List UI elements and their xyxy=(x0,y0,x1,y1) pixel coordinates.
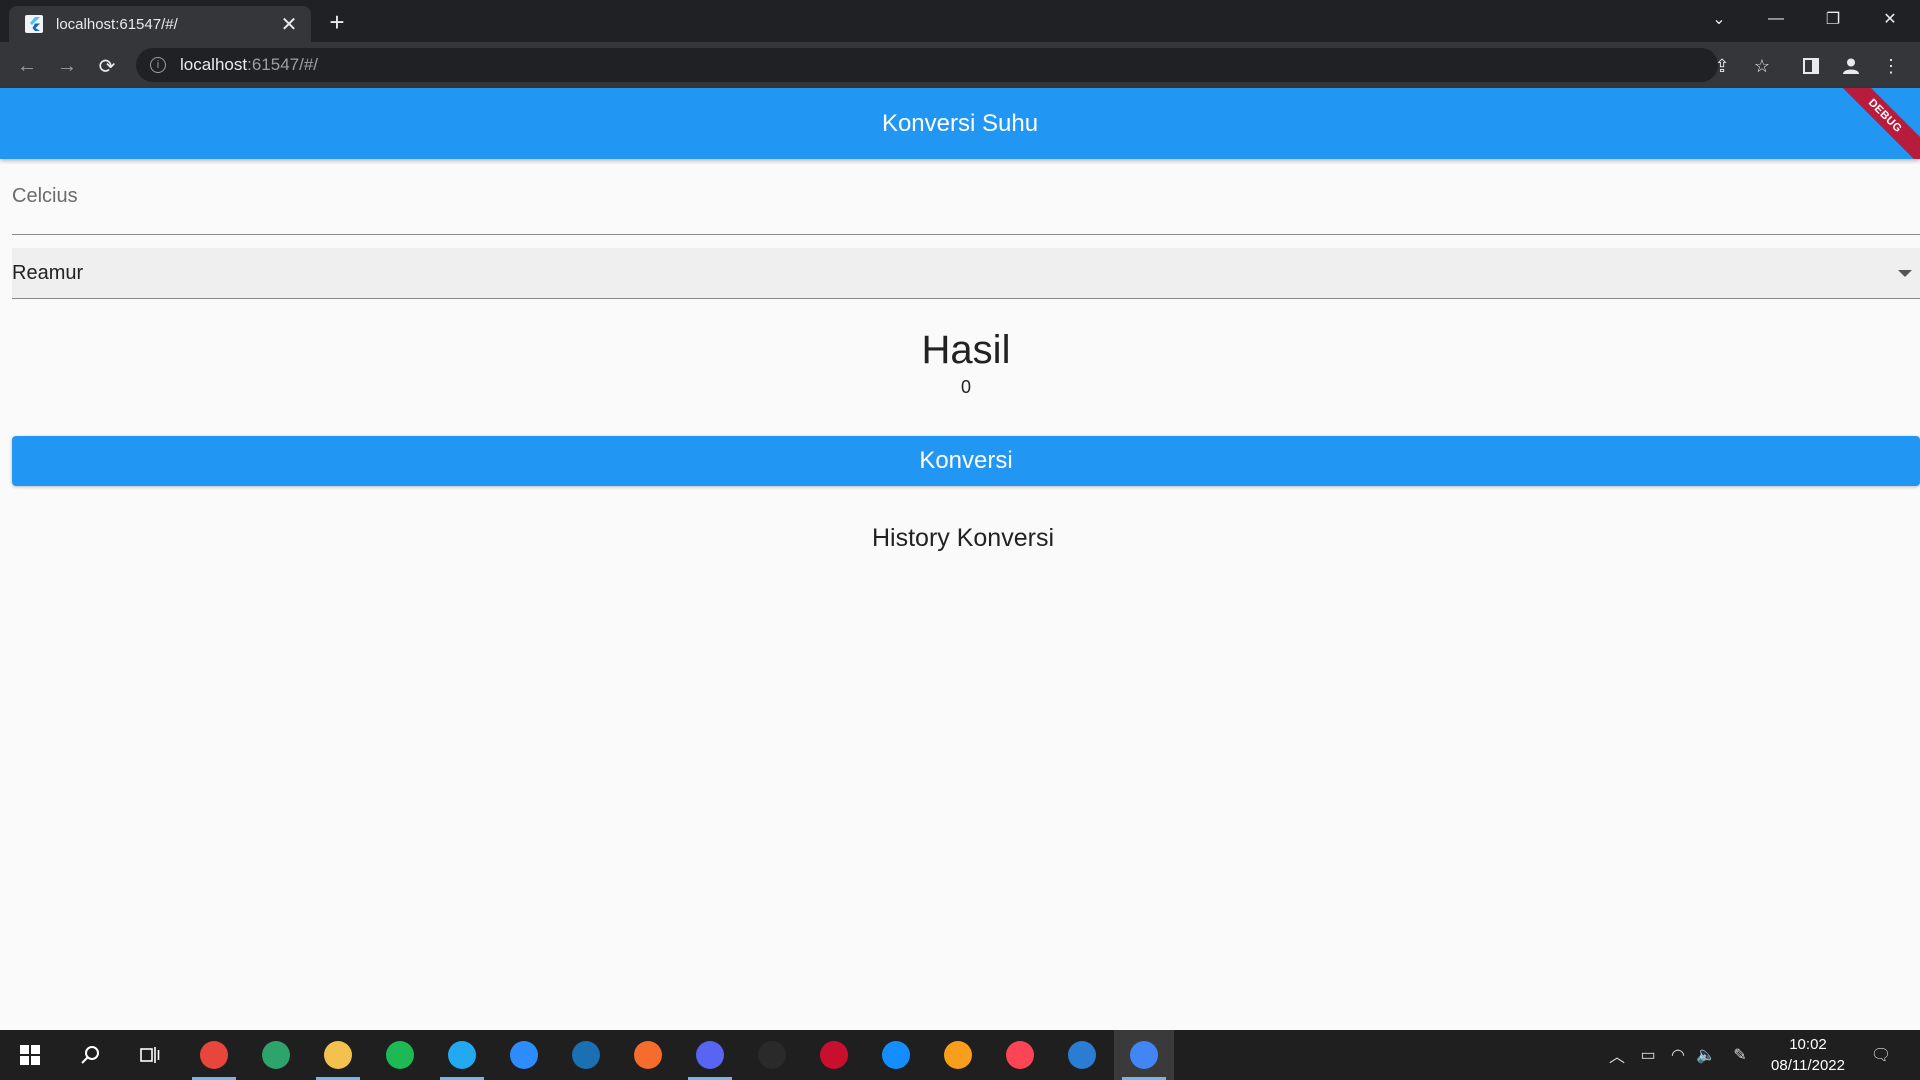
celcius-input[interactable] xyxy=(12,164,1920,228)
origin-icon xyxy=(634,1041,662,1069)
taskbar-app-discord[interactable] xyxy=(680,1030,740,1080)
url-text: localhost:61547/#/ xyxy=(180,55,319,74)
file-explorer-icon xyxy=(324,1041,352,1069)
windows-icon xyxy=(20,1045,40,1065)
browser-toolbar: ← → ⟳ i localhost:61547/#/ ⇪ ☆ ⋮ xyxy=(0,42,1920,88)
app-bar: Konversi Suhu DEBUG xyxy=(0,88,1920,159)
convert-button[interactable]: Konversi xyxy=(12,436,1920,486)
clock-date: 08/11/2022 xyxy=(1771,1057,1845,1074)
taskbar-app-origin[interactable] xyxy=(618,1030,678,1080)
taskbar-app-steam[interactable] xyxy=(556,1030,616,1080)
overwatch-icon xyxy=(944,1041,972,1069)
word-app-icon xyxy=(1068,1041,1096,1069)
address-bar[interactable]: i localhost:61547/#/ xyxy=(136,48,1718,82)
tab-search-icon[interactable]: ⌄ xyxy=(1694,0,1744,38)
side-panel-icon[interactable] xyxy=(1794,49,1828,83)
epic-games-icon xyxy=(758,1041,786,1069)
result-value: 0 xyxy=(960,377,971,397)
zoom-icon xyxy=(510,1041,538,1069)
taskbar-app-epic-games[interactable] xyxy=(742,1030,802,1080)
tab-title: localhost:61547/#/ xyxy=(56,15,178,33)
menu-kebab-icon[interactable]: ⋮ xyxy=(1874,49,1908,83)
taskbar-app-vscode[interactable] xyxy=(432,1030,492,1080)
taskbar-app-racing-game[interactable] xyxy=(804,1030,864,1080)
new-tab-icon[interactable]: + xyxy=(323,7,351,37)
edge-icon xyxy=(262,1041,290,1069)
taskbar-app-zoom[interactable] xyxy=(494,1030,554,1080)
window-close-icon[interactable]: ✕ xyxy=(1865,0,1915,38)
task-view-icon[interactable] xyxy=(120,1030,180,1080)
dropdown-selected-value: Reamur xyxy=(12,261,84,284)
reload-icon[interactable]: ⟳ xyxy=(90,49,124,83)
chrome-icon xyxy=(1130,1041,1158,1069)
wifi-icon[interactable]: ◠ xyxy=(1664,1030,1692,1080)
search-icon[interactable] xyxy=(60,1030,120,1080)
restore-icon[interactable]: ❐ xyxy=(1808,0,1858,38)
bookmark-star-icon[interactable]: ☆ xyxy=(1745,49,1779,83)
flutter-favicon-icon xyxy=(25,15,43,33)
browser-tab-bar: localhost:61547/#/ ✕ + ⌄ — ❐ ✕ xyxy=(0,0,1920,42)
tab-close-icon[interactable]: ✕ xyxy=(277,12,301,36)
racing-game-icon xyxy=(820,1041,848,1069)
valorant-icon xyxy=(1006,1041,1034,1069)
unit-dropdown[interactable]: Reamur xyxy=(12,248,1920,299)
steam-icon xyxy=(572,1041,600,1069)
battery-icon[interactable]: ▭ xyxy=(1634,1030,1662,1080)
chrome-profile-icon xyxy=(200,1041,228,1069)
taskbar-app-spotify[interactable] xyxy=(370,1030,430,1080)
battle-net-icon xyxy=(882,1041,910,1069)
back-icon[interactable]: ← xyxy=(10,49,44,83)
taskbar-app-valorant[interactable] xyxy=(990,1030,1050,1080)
share-icon[interactable]: ⇪ xyxy=(1705,49,1739,83)
app-title: Konversi Suhu xyxy=(881,110,1039,137)
dropdown-caret-icon xyxy=(1898,269,1912,277)
spotify-icon xyxy=(386,1041,414,1069)
taskbar-app-file-explorer[interactable] xyxy=(308,1030,368,1080)
clock[interactable]: 10:02 08/11/2022 xyxy=(1760,1034,1856,1076)
browser-tab[interactable]: localhost:61547/#/ ✕ xyxy=(9,6,311,42)
profile-icon[interactable] xyxy=(1834,49,1868,83)
history-title: History Konversi xyxy=(872,524,1054,552)
notifications-icon[interactable]: 🗨 xyxy=(1866,1030,1896,1080)
minimize-icon[interactable]: — xyxy=(1751,0,1801,38)
taskbar-app-overwatch[interactable] xyxy=(928,1030,988,1080)
taskbar-app-word-app[interactable] xyxy=(1052,1030,1112,1080)
clock-time: 10:02 xyxy=(1789,1036,1827,1053)
taskbar-app-battle-net[interactable] xyxy=(866,1030,926,1080)
tray-chevron-icon[interactable]: ︿ xyxy=(1604,1030,1630,1080)
forward-icon[interactable]: → xyxy=(50,49,84,83)
start-button[interactable] xyxy=(0,1030,60,1080)
vscode-icon xyxy=(448,1041,476,1069)
taskbar: ︿ ▭ ◠ 🔈 ✎ 10:02 08/11/2022 🗨 xyxy=(0,1030,1920,1080)
taskbar-app-edge[interactable] xyxy=(246,1030,306,1080)
taskbar-app-chrome-profile[interactable] xyxy=(184,1030,244,1080)
pen-icon[interactable]: ✎ xyxy=(1726,1030,1754,1080)
volume-icon[interactable]: 🔈 xyxy=(1692,1030,1720,1080)
site-info-icon[interactable]: i xyxy=(150,57,166,73)
discord-icon xyxy=(696,1041,724,1069)
celcius-field xyxy=(12,164,1920,235)
taskbar-app-chrome[interactable] xyxy=(1114,1030,1174,1080)
result-title: Hasil xyxy=(921,328,1011,372)
